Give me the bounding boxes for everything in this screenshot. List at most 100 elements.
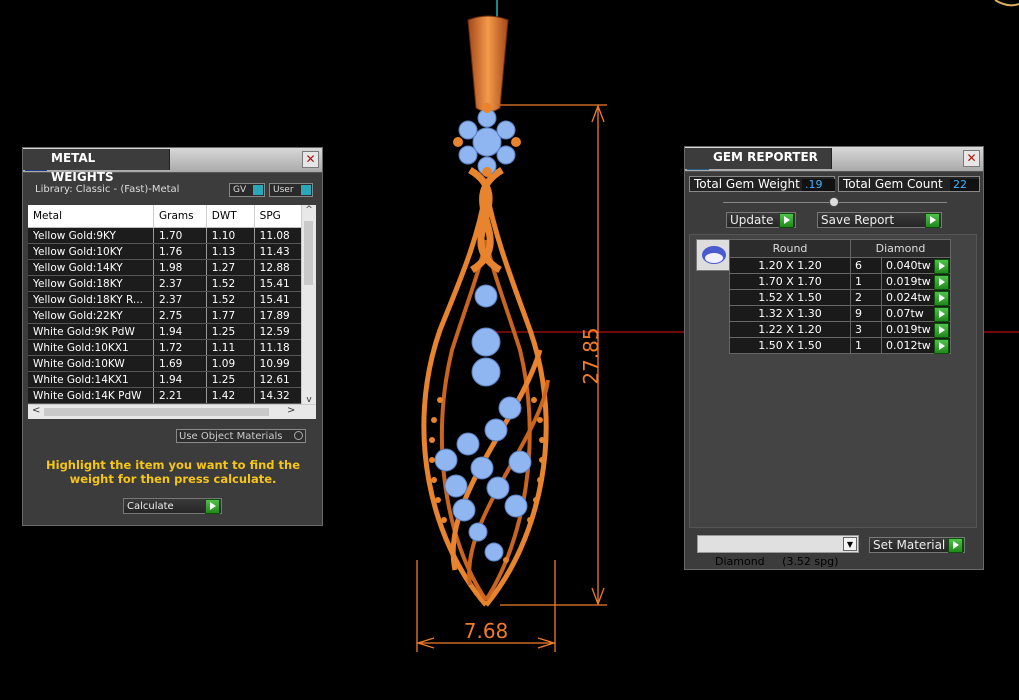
stone-count-cell: 1 <box>850 273 882 290</box>
stone-count-cell: 9 <box>850 305 882 322</box>
table-cell: 1.09 <box>206 355 255 372</box>
stone-size-cell: 1.20 X 1.20 <box>729 257 851 274</box>
table-row[interactable]: Yellow Gold:9KY 1.70 1.10 11.08 <box>28 227 303 244</box>
metal-weights-title: METAL WEIGHTS <box>23 149 170 184</box>
table-cell: 17.89 <box>254 307 303 324</box>
metal-table: Metal Grams DWT SPG Yellow Gold:9KY 1.70 1.10… <box>28 205 316 419</box>
table-row[interactable]: White Gold:9K PdW 1.94 1.25 12.59 <box>28 323 303 340</box>
close-icon[interactable]: ✕ <box>963 150 980 167</box>
table-row[interactable]: Yellow Gold:22KY 2.75 1.77 17.89 <box>28 307 303 324</box>
total-gem-weight-label: Total Gem Weight <box>694 177 800 191</box>
metal-weights-titlebar[interactable]: METAL WEIGHTS ✕ <box>23 148 322 184</box>
gv-toggle[interactable]: GV <box>229 183 265 197</box>
pendant-body <box>421 167 550 607</box>
table-cell: 11.43 <box>254 243 303 260</box>
update-label: Update <box>730 213 774 227</box>
set-material-label: Set Material <box>873 538 946 552</box>
total-gem-weight-value: .19 <box>802 179 835 191</box>
table-cell: 1.11 <box>206 339 255 356</box>
stone-size-cell: 1.32 X 1.30 <box>729 305 851 322</box>
select-stones-icon[interactable] <box>934 339 949 354</box>
scroll-thumb[interactable] <box>304 221 313 285</box>
table-row[interactable]: Yellow Gold:18KY R... 2.37 1.52 15.41 <box>28 291 303 308</box>
play-icon <box>205 499 220 514</box>
metal-weights-table: Metal Grams DWT SPG Yellow Gold:9KY 1.70 1.10… <box>28 205 303 404</box>
table-row[interactable]: White Gold:10KX1 1.72 1.11 11.18 <box>28 339 303 356</box>
select-stones-icon[interactable] <box>934 291 949 306</box>
chevron-down-icon[interactable]: ▼ <box>843 537 857 551</box>
table-row[interactable]: White Gold:14KX1 1.94 1.25 12.61 <box>28 371 303 388</box>
calculate-button[interactable]: Calculate <box>123 498 222 514</box>
table-row[interactable]: Yellow Gold:18KY 2.37 1.52 15.41 <box>28 275 303 292</box>
material-select-value: Diamond (3.52 spg) <box>715 555 839 568</box>
table-cell: 11.18 <box>254 339 303 356</box>
round-stone-thumbnail[interactable] <box>696 239 732 271</box>
table-row[interactable]: 1.32 X 1.30 9 0.07tw <box>729 305 951 322</box>
hscroll-thumb[interactable] <box>44 408 269 416</box>
table-cell: 10.99 <box>254 355 303 372</box>
metal-column-header[interactable]: SPG <box>254 205 303 228</box>
table-cell: 1.10 <box>206 227 255 244</box>
table-cell: 12.88 <box>254 259 303 276</box>
table-cell: 1.76 <box>153 243 207 260</box>
user-toggle[interactable]: User <box>269 183 313 197</box>
navigation-gizmo <box>994 0 1019 7</box>
collapse-icon[interactable] <box>829 197 839 207</box>
metal-column-header[interactable]: Metal <box>28 205 154 228</box>
select-stones-icon[interactable] <box>934 259 949 274</box>
gv-indicator <box>253 185 263 195</box>
user-label: User <box>273 185 294 195</box>
scroll-right-icon[interactable]: > <box>287 405 295 416</box>
radio-icon <box>294 431 303 440</box>
update-button[interactable]: Update <box>726 212 796 228</box>
gem-reporter-titlebar[interactable]: GEM REPORTER ✕ <box>685 147 983 172</box>
table-cell: 12.59 <box>254 323 303 340</box>
material-select[interactable]: Diamond (3.52 spg) ▼ <box>697 535 859 568</box>
stone-count-cell: 3 <box>850 321 882 338</box>
scroll-left-icon[interactable]: < <box>32 405 40 416</box>
round-column-header: Round <box>729 239 851 258</box>
table-cell: 2.37 <box>153 275 207 292</box>
close-icon[interactable]: ✕ <box>302 151 319 168</box>
gem-table-header: Round Diamond <box>729 239 951 258</box>
table-cell: 2.37 <box>153 291 207 308</box>
table-cell: 2.75 <box>153 307 207 324</box>
table-row[interactable]: 1.52 X 1.50 2 0.024tw <box>729 289 951 306</box>
table-cell: Yellow Gold:22KY <box>28 307 154 324</box>
play-icon <box>779 213 794 228</box>
round-diamond-icon <box>702 246 726 264</box>
select-stones-icon[interactable] <box>934 323 949 338</box>
table-row[interactable]: Yellow Gold:10KY 1.76 1.13 11.43 <box>28 243 303 260</box>
vertical-scrollbar[interactable]: ^ v <box>301 205 316 405</box>
set-material-button[interactable]: Set Material <box>869 537 965 553</box>
diamond-column-header: Diamond <box>850 239 951 258</box>
metal-table-header: Metal Grams DWT SPG <box>28 205 303 228</box>
stone-weight-cell: 0.012tw <box>881 337 951 354</box>
table-cell: 12.61 <box>254 371 303 388</box>
gem-report-area: Round Diamond 1.20 X 1.20 6 0.040tw 1.70 X … <box>689 234 977 528</box>
save-report-label: Save Report <box>821 213 895 227</box>
select-stones-icon[interactable] <box>934 275 949 290</box>
table-cell: 1.72 <box>153 339 207 356</box>
table-row[interactable]: Yellow Gold:14KY 1.98 1.27 12.88 <box>28 259 303 276</box>
use-object-materials-checkbox[interactable]: Use Object Materials <box>176 429 306 443</box>
table-cell: 1.25 <box>206 323 255 340</box>
horizontal-scrollbar[interactable]: < > <box>28 404 316 419</box>
table-cell: Yellow Gold:18KY R... <box>28 291 154 308</box>
scroll-up-icon[interactable]: ^ <box>302 205 316 215</box>
table-row[interactable]: White Gold:10KW 1.69 1.09 10.99 <box>28 355 303 372</box>
save-report-button[interactable]: Save Report <box>817 212 942 228</box>
select-stones-icon[interactable] <box>934 307 949 322</box>
table-cell: 1.25 <box>206 371 255 388</box>
metal-weights-panel: METAL WEIGHTS ✕ Library: Classic - (Fast… <box>22 147 323 526</box>
table-row[interactable]: 1.22 X 1.20 3 0.019tw <box>729 321 951 338</box>
calculate-label: Calculate <box>127 501 174 512</box>
stone-weight-value: 0.07tw <box>886 307 924 320</box>
calculate-hint: Highlight the item you want to find the … <box>46 458 300 486</box>
metal-column-header[interactable]: DWT <box>206 205 255 228</box>
table-row[interactable]: 1.70 X 1.70 1 0.019tw <box>729 273 951 290</box>
table-row[interactable]: White Gold:14K PdW 2.21 1.42 14.32 <box>28 387 303 404</box>
table-row[interactable]: 1.20 X 1.20 6 0.040tw <box>729 257 951 274</box>
metal-column-header[interactable]: Grams <box>153 205 207 228</box>
table-row[interactable]: 1.50 X 1.50 1 0.012tw <box>729 337 951 354</box>
